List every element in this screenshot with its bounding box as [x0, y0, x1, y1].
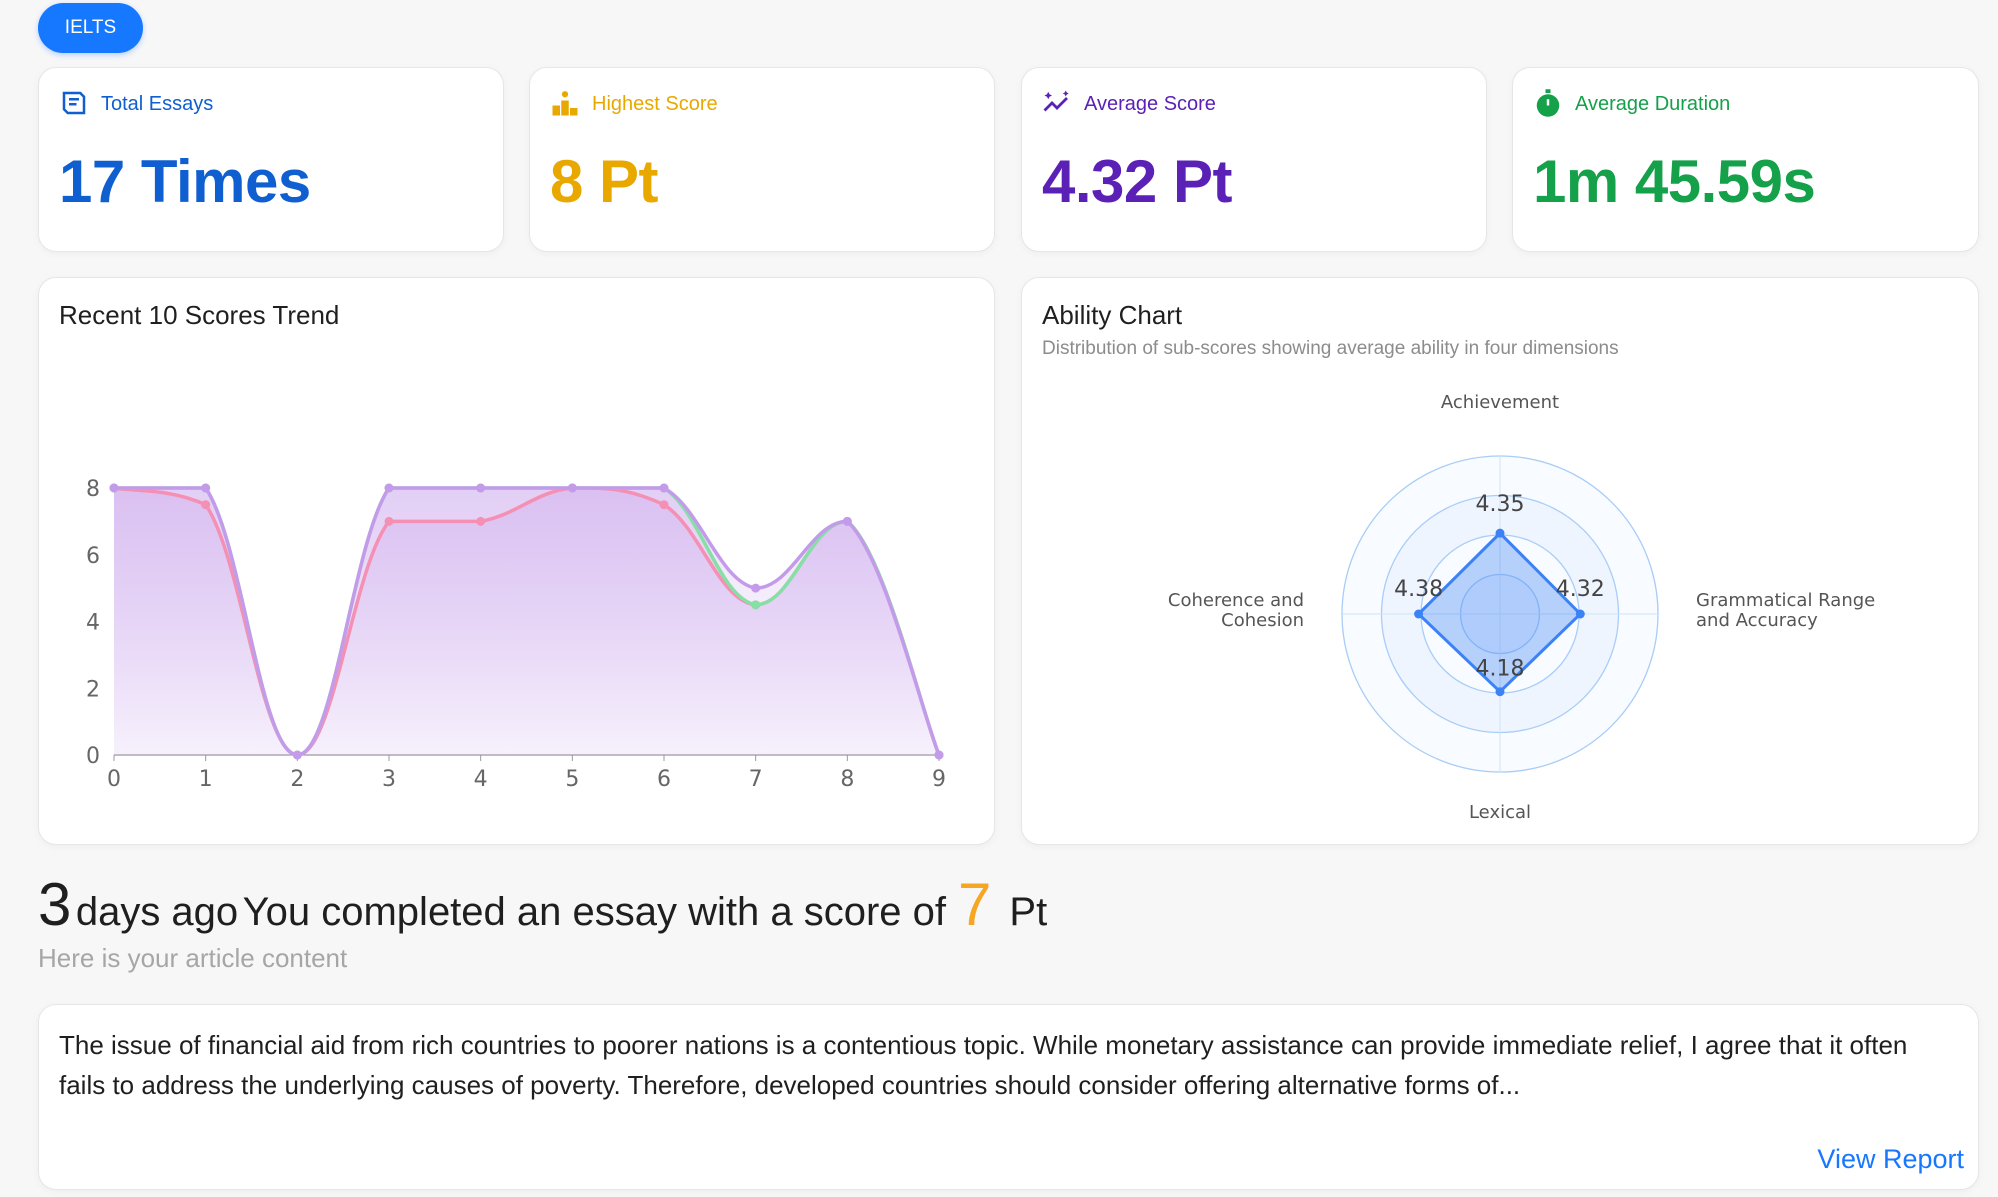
- radar-axis-label: Grammatical Range: [1696, 590, 1875, 611]
- x-tick-label: 4: [474, 767, 488, 792]
- sparkle-trend-icon: [1043, 90, 1069, 112]
- radar-value-label: 4.35: [1476, 492, 1525, 517]
- radar-value-label: 4.18: [1476, 657, 1525, 682]
- essay-book-icon: [62, 91, 86, 115]
- days-ago-label: days ago: [75, 890, 239, 934]
- score-unit: Pt: [1009, 890, 1048, 934]
- essay-card: The issue of financial aid from rich cou…: [38, 1004, 1979, 1190]
- essay-excerpt: The issue of financial aid from rich cou…: [59, 1030, 1908, 1100]
- stat-card-average-duration: Average Duration 1m 45.59s: [1512, 67, 1979, 252]
- radar-axis-label: Achievement: [1441, 392, 1559, 413]
- data-point: [842, 516, 852, 526]
- radar-point: [1414, 609, 1424, 619]
- data-point: [567, 483, 577, 493]
- data-point: [659, 500, 669, 510]
- data-point: [201, 500, 211, 510]
- series-area: [114, 488, 939, 755]
- radar-point: [1495, 528, 1505, 538]
- stopwatch-icon: [1536, 89, 1560, 117]
- stat-card-highest-score: Highest Score 8 Pt: [529, 67, 995, 252]
- radar-axis-label: Coherence and: [1168, 590, 1304, 611]
- data-point: [751, 583, 761, 593]
- y-tick-label: 0: [86, 744, 100, 769]
- data-point: [659, 483, 669, 493]
- y-tick-label: 2: [86, 677, 100, 702]
- x-tick-label: 7: [749, 767, 763, 792]
- x-tick-label: 1: [199, 767, 213, 792]
- data-point: [201, 483, 211, 493]
- stat-value: 8 Pt: [550, 148, 659, 215]
- ability-radar-chart: 4.35 4.32 4.18 4.38 Achievement Grammatical R…: [1168, 392, 1875, 823]
- trend-line-chart: 0 1 2 3 4 5 6 7 8 9 0 2 4 6 8: [86, 477, 946, 792]
- stat-label: Total Essays: [101, 93, 214, 115]
- latest-score: 7: [958, 871, 992, 938]
- x-tick-label: 5: [565, 767, 579, 792]
- data-point: [751, 600, 761, 610]
- summary-sentence: You completed an essay with a score of: [242, 890, 947, 934]
- data-point: [476, 483, 486, 493]
- article-intro: Here is your article content: [38, 943, 348, 973]
- radar-axis-label: and Accuracy: [1696, 610, 1818, 631]
- data-point: [934, 750, 944, 760]
- x-tick-label: 2: [290, 767, 304, 792]
- y-tick-label: 4: [86, 611, 100, 636]
- x-tick-label: 9: [932, 767, 946, 792]
- trend-card: Recent 10 Scores Trend 012345678902468: [38, 277, 995, 845]
- latest-summary: 3 days ago You completed an essay with a…: [38, 870, 1047, 939]
- data-point: [384, 516, 394, 526]
- x-tick-label: 8: [840, 767, 854, 792]
- days-count: 3: [38, 871, 72, 938]
- view-report-link[interactable]: View Report: [1817, 1144, 1964, 1175]
- data-point: [476, 516, 486, 526]
- radar-point: [1495, 687, 1505, 697]
- stat-card-average-score: Average Score 4.32 Pt: [1021, 67, 1487, 252]
- data-point: [292, 750, 302, 760]
- stat-label: Highest Score: [592, 93, 718, 115]
- y-tick-label: 6: [86, 544, 100, 569]
- podium-icon: [552, 91, 578, 116]
- data-point: [109, 483, 119, 493]
- ielts-tab[interactable]: IELTS: [38, 3, 143, 53]
- radar-value-label: 4.32: [1556, 577, 1605, 602]
- radar-value-label: 4.38: [1394, 577, 1443, 602]
- data-point: [384, 483, 394, 493]
- x-tick-label: 6: [657, 767, 671, 792]
- y-tick-label: 8: [86, 477, 100, 502]
- x-tick-label: 3: [382, 767, 396, 792]
- ability-card: Ability Chart Distribution of sub-scores…: [1021, 277, 1979, 845]
- x-tick-label: 0: [107, 767, 121, 792]
- stat-label: Average Duration: [1575, 93, 1731, 115]
- stat-value: 1m 45.59s: [1533, 148, 1816, 215]
- stat-value: 4.32 Pt: [1042, 148, 1232, 215]
- radar-axis-label: Lexical: [1469, 802, 1531, 823]
- stat-label: Average Score: [1084, 93, 1216, 115]
- stat-card-total-essays: Total Essays 17 Times: [38, 67, 504, 252]
- radar-axis-label: Cohesion: [1221, 610, 1304, 631]
- stat-value: 17 Times: [59, 148, 311, 215]
- radar-point: [1575, 609, 1585, 619]
